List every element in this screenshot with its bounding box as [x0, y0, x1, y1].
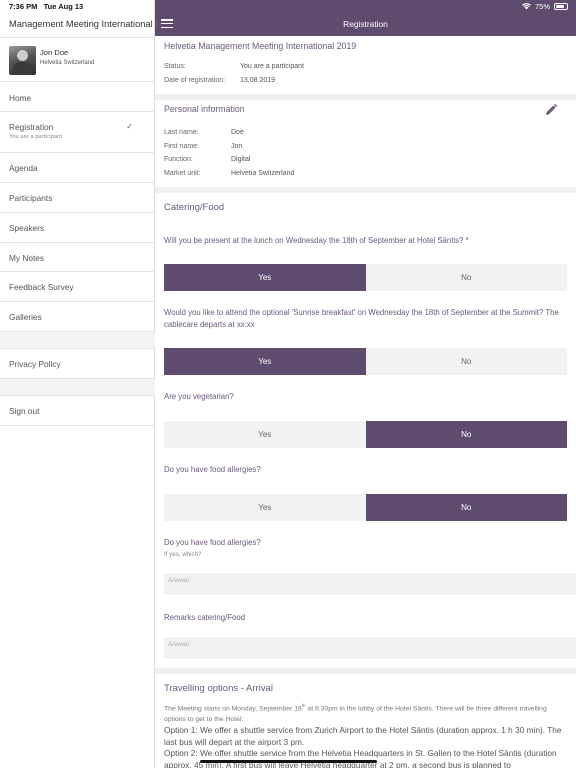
avatar	[9, 46, 36, 75]
sidebar-item-label: Privacy Policy	[9, 359, 61, 369]
sidebar: Management Meeting International Jon Doe…	[0, 0, 155, 768]
no-button[interactable]: No	[365, 494, 567, 521]
question-food-allergies: Do you have food allergies?	[164, 465, 261, 474]
yes-button[interactable]: Yes	[164, 348, 366, 375]
battery-icon	[554, 3, 568, 10]
sidebar-item-sublabel: You are a participant	[9, 134, 62, 140]
status-bar: 7:36 PM Tue Aug 13 75%	[0, 0, 576, 13]
home-indicator[interactable]	[200, 759, 377, 763]
app-title: Management Meeting International	[9, 19, 153, 29]
event-summary: Helvetia Management Meeting Internationa…	[155, 36, 576, 94]
market-unit-value: Helvetia Switzerland	[231, 170, 295, 177]
pencil-icon[interactable]	[545, 104, 557, 116]
sunrise-breakfast-toggle: Yes No	[164, 348, 567, 375]
catering-section: Catering/Food Will you be present at the…	[155, 193, 576, 668]
no-button[interactable]: No	[365, 264, 567, 291]
last-name-value: Doe	[231, 129, 244, 136]
sidebar-item-galleries[interactable]: Galleries	[0, 302, 155, 332]
market-unit-label: Market unit:	[164, 170, 201, 177]
question-vegetarian: Are you vegetarian?	[164, 392, 234, 401]
function-label: Function:	[164, 156, 193, 163]
no-button[interactable]: No	[365, 421, 567, 448]
sidebar-divider	[0, 379, 155, 396]
sidebar-item-label: Galleries	[9, 312, 42, 322]
sidebar-item-home[interactable]: Home	[0, 82, 155, 112]
sidebar-item-label: Home	[9, 93, 32, 103]
status-time-date: 7:36 PM Tue Aug 13	[9, 2, 84, 11]
sidebar-item-label: Feedback Survey	[9, 282, 74, 292]
sidebar-item-feedback-survey[interactable]: Feedback Survey	[0, 272, 155, 302]
vegetarian-toggle: Yes No	[164, 421, 567, 448]
food-allergies-toggle: Yes No	[164, 494, 567, 521]
first-name-label: First name:	[164, 143, 200, 150]
sidebar-item-registration[interactable]: Registration You are a participant ✓	[0, 112, 155, 153]
question-food-allergies-detail: Do you have food allergies?	[164, 538, 261, 547]
sidebar-item-agenda[interactable]: Agenda	[0, 153, 155, 183]
user-name: Jon Doe	[40, 48, 69, 57]
user-profile[interactable]: Jon Doe Helvetia Switzerland	[0, 37, 155, 82]
travel-section: Travelling options - Arrival The Meeting…	[155, 674, 576, 768]
no-button[interactable]: No	[365, 348, 567, 375]
sidebar-item-label: Sign out	[9, 406, 40, 416]
sidebar-item-privacy-policy[interactable]: Privacy Policy	[0, 349, 155, 379]
remarks-catering-label: Remarks catering/Food	[164, 613, 246, 622]
personal-info-title: Personal information	[164, 104, 245, 114]
sidebar-item-label: Speakers	[9, 223, 45, 233]
date-value: 13.08.2019	[240, 77, 276, 84]
sidebar-item-label: Participants	[9, 193, 53, 203]
page-title: Registration	[343, 19, 388, 29]
status-indicators: 75%	[521, 2, 568, 11]
yes-button[interactable]: Yes	[164, 264, 366, 291]
personal-info: Personal information Last name: Doe Firs…	[155, 100, 576, 187]
lunch-toggle: Yes No	[164, 264, 567, 291]
wifi-icon	[521, 3, 531, 10]
date-label: Date of registration:	[164, 77, 226, 84]
last-name-label: Last name:	[164, 129, 199, 136]
food-allergies-answer-field[interactable]	[164, 573, 576, 595]
sidebar-item-participants[interactable]: Participants	[0, 183, 155, 213]
sidebar-item-label: My Notes	[9, 253, 45, 263]
remarks-catering-answer-field[interactable]	[164, 637, 576, 659]
event-title: Helvetia Management Meeting Internationa…	[164, 41, 357, 51]
status-label: Status:	[164, 63, 186, 70]
battery-percent: 75%	[534, 2, 550, 11]
sidebar-item-speakers[interactable]: Speakers	[0, 213, 155, 243]
question-sunrise-breakfast: Would you like to attend the optional 'S…	[164, 308, 559, 329]
travel-option-1: Option 1: We offer a shuttle service fro…	[164, 725, 562, 747]
travel-title: Travelling options - Arrival	[164, 683, 273, 694]
sidebar-divider	[0, 332, 155, 349]
question-lunch: Will you be present at the lunch on Wedn…	[164, 236, 469, 245]
main-content: Helvetia Management Meeting Internationa…	[155, 36, 576, 768]
first-name-value: Jon	[231, 143, 243, 150]
sidebar-item-label: Agenda	[9, 163, 38, 173]
yes-button[interactable]: Yes	[164, 421, 366, 448]
food-allergies-hint: If yes, which?	[164, 551, 202, 558]
user-company: Helvetia Switzerland	[40, 60, 95, 66]
function-value: Digital	[231, 156, 251, 163]
catering-title: Catering/Food	[164, 202, 225, 213]
travel-option-2: Option 2: We offer shuttle service from …	[164, 748, 557, 768]
status-value: You are a participant	[240, 63, 304, 70]
sidebar-item-label: Registration	[9, 122, 54, 132]
sidebar-item-sign-out[interactable]: Sign out	[0, 396, 155, 426]
yes-button[interactable]: Yes	[164, 494, 366, 521]
checkmark-icon: ✓	[126, 122, 133, 131]
sidebar-item-my-notes[interactable]: My Notes	[0, 243, 155, 272]
travel-intro: The Meeting starts on Monday, September …	[164, 703, 547, 723]
